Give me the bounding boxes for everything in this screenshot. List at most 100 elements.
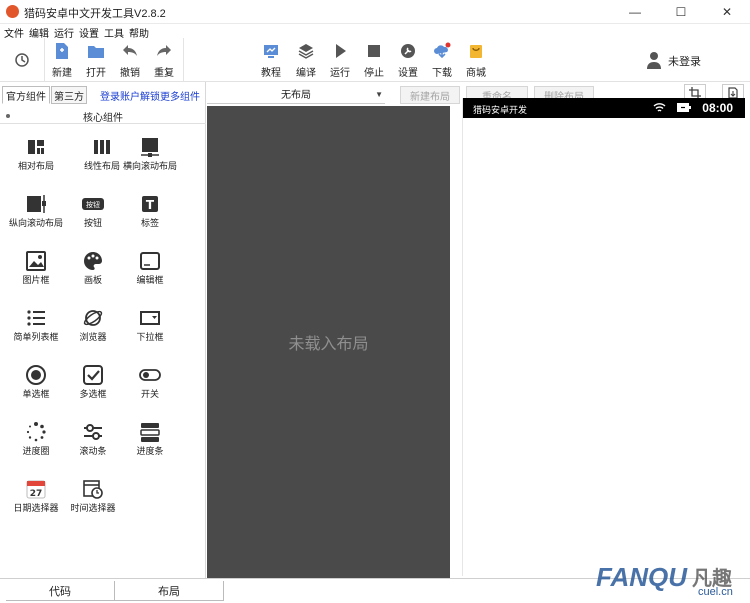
open-label: 打开: [86, 68, 106, 79]
label-icon-text: T: [146, 198, 155, 212]
core-components-header: 核心组件: [0, 106, 206, 124]
component-label: 进度条: [136, 446, 164, 456]
toolbar: 新建 打开 撤销 重复 教程 编译 运行 停止 设置 下载 商城 未登录: [0, 38, 750, 82]
component-switch[interactable]: 开关: [117, 362, 183, 418]
component-label: 标签: [140, 218, 159, 228]
store-button[interactable]: 商城: [459, 42, 493, 80]
component-label: 开关: [140, 389, 159, 399]
checkbox-icon: [83, 365, 103, 385]
component-label: 纵向滚动布局: [8, 218, 63, 228]
run-button[interactable]: 运行: [323, 42, 357, 80]
store-icon: [470, 45, 482, 58]
run-label: 运行: [330, 68, 350, 79]
component-label: 按钮: [83, 218, 102, 228]
image-icon: [26, 251, 46, 271]
stop-icon: [368, 45, 380, 57]
close-button[interactable]: ✕: [704, 0, 750, 24]
wrench-icon: [401, 44, 415, 58]
new-button[interactable]: 新建: [45, 42, 79, 80]
chevron-down-icon: ▼: [375, 90, 383, 99]
dropdown-icon: [140, 311, 160, 325]
time-picker-icon: [83, 480, 103, 499]
download-button[interactable]: 下载: [425, 42, 459, 80]
redo-icon: [157, 45, 171, 56]
undo-button[interactable]: 撤销: [113, 42, 147, 80]
component-label: 相对布局: [17, 161, 54, 171]
user-icon[interactable]: [646, 51, 662, 72]
maximize-button[interactable]: ☐: [658, 0, 704, 24]
switch-icon: [139, 369, 161, 381]
battery-icon: [677, 103, 691, 115]
radio-icon: [26, 365, 46, 385]
minimize-button[interactable]: —: [612, 0, 658, 24]
horizontal-scroll-icon: [141, 138, 159, 157]
phone-app-title: 猎码安卓开发: [473, 105, 528, 115]
relative-layout-icon: [28, 140, 44, 154]
component-label: 滚动条: [79, 446, 107, 456]
component-label: 图片框: [22, 275, 50, 285]
component-label: 编辑框: [136, 275, 164, 285]
settings-button[interactable]: 设置: [391, 42, 425, 80]
component-label: 进度圈: [22, 446, 50, 456]
calendar-icon-text: 27: [30, 489, 43, 499]
compile-button[interactable]: 编译: [289, 42, 323, 80]
component-label: 横向滚动布局: [122, 161, 177, 171]
tab-code[interactable]: 代码: [6, 581, 114, 601]
component-label-widget[interactable]: T 标签: [117, 191, 183, 247]
component-relative-layout[interactable]: 相对布局: [3, 134, 69, 190]
watermark-site: cuel.cn: [698, 586, 733, 598]
component-label: 日期选择器: [13, 503, 59, 513]
history-icon[interactable]: [14, 52, 30, 71]
window-title: 猎码安卓中文开发工具V2.8.2: [24, 8, 166, 20]
list-icon: [27, 310, 45, 326]
login-unlock-link[interactable]: 登录账户解锁更多组件: [100, 88, 200, 103]
tab-third-party[interactable]: 第三方: [51, 86, 87, 104]
component-label: 简单列表框: [13, 332, 59, 342]
redo-label: 重复: [154, 68, 174, 79]
layout-canvas-area: 无布局 ▼ 未载入布局: [207, 82, 461, 578]
open-button[interactable]: 打开: [79, 42, 113, 80]
label-icon: T: [142, 196, 158, 212]
tab-layout[interactable]: 布局: [114, 581, 224, 601]
settings-label: 设置: [398, 68, 418, 79]
tutorial-label: 教程: [261, 68, 281, 79]
site-watermark: FANQU 凡趣 cuel.cn: [588, 556, 748, 600]
menu-bar: 文件 编辑 运行 设置 工具 帮助: [0, 24, 750, 40]
compile-label: 编译: [296, 68, 316, 79]
vertical-scroll-icon: [27, 195, 46, 213]
title-bar: 猎码安卓中文开发工具V2.8.2 — ☐ ✕: [0, 0, 750, 24]
layout-select[interactable]: 无布局 ▼: [207, 84, 385, 104]
core-components-title: 核心组件: [83, 113, 123, 124]
component-label: 多选框: [79, 389, 107, 399]
progress-bar-icon: [140, 423, 160, 442]
tutorial-icon: [264, 45, 278, 58]
calendar-icon: 27: [26, 480, 46, 499]
login-status[interactable]: 未登录: [668, 53, 701, 69]
download-label: 下载: [432, 68, 452, 79]
button-icon: 按钮: [82, 198, 104, 210]
wifi-icon: [653, 102, 666, 116]
stop-label: 停止: [364, 68, 384, 79]
component-label: 时间选择器: [70, 503, 116, 513]
redo-button[interactable]: 重复: [147, 42, 181, 80]
tutorial-button[interactable]: 教程: [254, 42, 288, 80]
component-dropdown[interactable]: 下拉框: [117, 305, 183, 361]
empty-layout-text: 未载入布局: [288, 336, 369, 353]
app-logo-icon: [6, 5, 19, 18]
component-edit-box[interactable]: 编辑框: [117, 248, 183, 304]
layout-canvas[interactable]: 未载入布局: [207, 106, 450, 578]
phone-clock: 08:00: [702, 101, 733, 115]
tab-official[interactable]: 官方组件: [2, 86, 50, 104]
component-progress-bar[interactable]: 进度条: [117, 419, 183, 475]
component-sidebar: 官方组件 第三方 登录账户解锁更多组件 核心组件 相对布局 线性布局 横向滚动布…: [0, 82, 206, 578]
component-horizontal-scroll[interactable]: 横向滚动布局: [117, 134, 183, 190]
component-time-picker[interactable]: 时间选择器: [60, 476, 126, 532]
store-label: 商城: [466, 68, 486, 79]
phone-status-bar: 猎码安卓开发 08:00: [463, 98, 745, 118]
folder-icon: [88, 46, 104, 58]
undo-icon: [123, 45, 137, 56]
stop-button[interactable]: 停止: [357, 42, 391, 80]
linear-layout-icon: [94, 140, 110, 154]
new-layout-button[interactable]: 新建布局: [400, 86, 460, 104]
watermark-text: FANQU: [596, 562, 687, 592]
